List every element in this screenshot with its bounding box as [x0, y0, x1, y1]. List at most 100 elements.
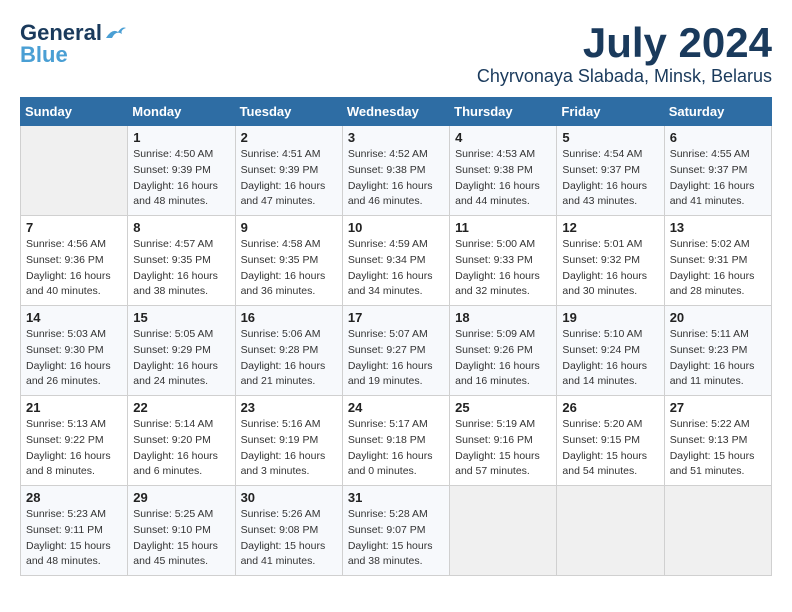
calendar-cell: 17Sunrise: 5:07 AM Sunset: 9:27 PM Dayli… [342, 306, 449, 396]
day-info: Sunrise: 4:50 AM Sunset: 9:39 PM Dayligh… [133, 147, 229, 210]
calendar-cell: 26 Sunrise: 5:20 AM Sunset: 9:15 PM Dayli… [557, 396, 664, 486]
calendar-body: 1Sunrise: 4:50 AM Sunset: 9:39 PM Daylig… [21, 126, 772, 576]
calendar-cell: 21 Sunrise: 5:13 AM Sunset: 9:22 PM Dayli… [21, 396, 128, 486]
day-number: 7 [26, 220, 122, 235]
calendar-week-5: 28 Sunrise: 5:23 AM Sunset: 9:11 PM Dayli… [21, 486, 772, 576]
calendar-header-row: SundayMondayTuesdayWednesdayThursdayFrid… [21, 98, 772, 126]
day-number: 13 [670, 220, 766, 235]
day-info: Sunrise: 4:58 AM Sunset: 9:35 PM Dayligh… [241, 237, 337, 300]
day-info: Sunrise: 5:05 AM Sunset: 9:29 PM Dayligh… [133, 327, 229, 390]
day-info: Sunrise: 5:16 AM Sunset: 9:19 PM Dayligh… [241, 417, 337, 480]
day-info: Sunrise: 5:22 AM Sunset: 9:13 PM Dayligh… [670, 417, 766, 480]
day-info: Sunrise: 5:13 AM Sunset: 9:22 PM Dayligh… [26, 417, 122, 480]
day-info: Sunrise: 5:09 AM Sunset: 9:26 PM Dayligh… [455, 327, 551, 390]
calendar-cell [21, 126, 128, 216]
day-info: Sunrise: 4:52 AM Sunset: 9:38 PM Dayligh… [348, 147, 444, 210]
day-info: Sunrise: 5:11 AM Sunset: 9:23 PM Dayligh… [670, 327, 766, 390]
calendar-cell [557, 486, 664, 576]
calendar-header-wednesday: Wednesday [342, 98, 449, 126]
calendar-cell: 31Sunrise: 5:28 AM Sunset: 9:07 PM Dayli… [342, 486, 449, 576]
calendar-cell: 19 Sunrise: 5:10 AM Sunset: 9:24 PM Dayli… [557, 306, 664, 396]
day-number: 14 [26, 310, 122, 325]
day-number: 16 [241, 310, 337, 325]
day-number: 29 [133, 490, 229, 505]
header: General Blue July 2024 Chyrvonaya Slabad… [20, 20, 772, 87]
calendar-cell: 14Sunrise: 5:03 AM Sunset: 9:30 PM Dayli… [21, 306, 128, 396]
day-number: 30 [241, 490, 337, 505]
day-info: Sunrise: 5:23 AM Sunset: 9:11 PM Dayligh… [26, 507, 122, 570]
day-number: 25 [455, 400, 551, 415]
calendar-cell: 20 Sunrise: 5:11 AM Sunset: 9:23 PM Dayli… [664, 306, 771, 396]
calendar-cell: 4Sunrise: 4:53 AM Sunset: 9:38 PM Daylig… [450, 126, 557, 216]
calendar-week-1: 1Sunrise: 4:50 AM Sunset: 9:39 PM Daylig… [21, 126, 772, 216]
day-info: Sunrise: 4:56 AM Sunset: 9:36 PM Dayligh… [26, 237, 122, 300]
calendar-cell: 11 Sunrise: 5:00 AM Sunset: 9:33 PM Dayli… [450, 216, 557, 306]
day-number: 27 [670, 400, 766, 415]
calendar-cell: 16Sunrise: 5:06 AM Sunset: 9:28 PM Dayli… [235, 306, 342, 396]
calendar-cell: 28 Sunrise: 5:23 AM Sunset: 9:11 PM Dayli… [21, 486, 128, 576]
calendar-cell: 8 Sunrise: 4:57 AM Sunset: 9:35 PM Daylig… [128, 216, 235, 306]
logo-blue: Blue [20, 42, 68, 68]
day-number: 21 [26, 400, 122, 415]
calendar-header-monday: Monday [128, 98, 235, 126]
day-info: Sunrise: 5:17 AM Sunset: 9:18 PM Dayligh… [348, 417, 444, 480]
day-info: Sunrise: 4:51 AM Sunset: 9:39 PM Dayligh… [241, 147, 337, 210]
day-info: Sunrise: 4:55 AM Sunset: 9:37 PM Dayligh… [670, 147, 766, 210]
calendar-header-thursday: Thursday [450, 98, 557, 126]
day-number: 11 [455, 220, 551, 235]
day-info: Sunrise: 5:26 AM Sunset: 9:08 PM Dayligh… [241, 507, 337, 570]
day-number: 18 [455, 310, 551, 325]
day-info: Sunrise: 5:01 AM Sunset: 9:32 PM Dayligh… [562, 237, 658, 300]
day-number: 2 [241, 130, 337, 145]
day-number: 3 [348, 130, 444, 145]
day-number: 12 [562, 220, 658, 235]
logo-bird-icon [104, 24, 126, 42]
calendar-cell [450, 486, 557, 576]
location-title: Chyrvonaya Slabada, Minsk, Belarus [477, 66, 772, 87]
calendar-week-2: 7 Sunrise: 4:56 AM Sunset: 9:36 PM Daylig… [21, 216, 772, 306]
day-info: Sunrise: 4:54 AM Sunset: 9:37 PM Dayligh… [562, 147, 658, 210]
day-number: 19 [562, 310, 658, 325]
day-info: Sunrise: 5:20 AM Sunset: 9:15 PM Dayligh… [562, 417, 658, 480]
calendar-cell: 15Sunrise: 5:05 AM Sunset: 9:29 PM Dayli… [128, 306, 235, 396]
calendar: SundayMondayTuesdayWednesdayThursdayFrid… [20, 97, 772, 576]
title-area: July 2024 Chyrvonaya Slabada, Minsk, Bel… [477, 20, 772, 87]
calendar-week-3: 14Sunrise: 5:03 AM Sunset: 9:30 PM Dayli… [21, 306, 772, 396]
day-number: 28 [26, 490, 122, 505]
day-number: 24 [348, 400, 444, 415]
day-info: Sunrise: 5:07 AM Sunset: 9:27 PM Dayligh… [348, 327, 444, 390]
calendar-cell: 10Sunrise: 4:59 AM Sunset: 9:34 PM Dayli… [342, 216, 449, 306]
calendar-cell: 25 Sunrise: 5:19 AM Sunset: 9:16 PM Dayli… [450, 396, 557, 486]
day-number: 22 [133, 400, 229, 415]
month-title: July 2024 [477, 20, 772, 66]
day-info: Sunrise: 5:25 AM Sunset: 9:10 PM Dayligh… [133, 507, 229, 570]
calendar-cell: 7 Sunrise: 4:56 AM Sunset: 9:36 PM Daylig… [21, 216, 128, 306]
calendar-header-tuesday: Tuesday [235, 98, 342, 126]
calendar-cell: 1Sunrise: 4:50 AM Sunset: 9:39 PM Daylig… [128, 126, 235, 216]
calendar-cell: 22Sunrise: 5:14 AM Sunset: 9:20 PM Dayli… [128, 396, 235, 486]
day-info: Sunrise: 5:19 AM Sunset: 9:16 PM Dayligh… [455, 417, 551, 480]
calendar-cell: 18 Sunrise: 5:09 AM Sunset: 9:26 PM Dayli… [450, 306, 557, 396]
day-number: 31 [348, 490, 444, 505]
day-number: 26 [562, 400, 658, 415]
calendar-cell: 23 Sunrise: 5:16 AM Sunset: 9:19 PM Dayli… [235, 396, 342, 486]
day-number: 5 [562, 130, 658, 145]
day-info: Sunrise: 5:02 AM Sunset: 9:31 PM Dayligh… [670, 237, 766, 300]
day-number: 8 [133, 220, 229, 235]
calendar-cell: 29 Sunrise: 5:25 AM Sunset: 9:10 PM Dayli… [128, 486, 235, 576]
day-info: Sunrise: 5:00 AM Sunset: 9:33 PM Dayligh… [455, 237, 551, 300]
calendar-cell: 27 Sunrise: 5:22 AM Sunset: 9:13 PM Dayli… [664, 396, 771, 486]
calendar-header-sunday: Sunday [21, 98, 128, 126]
day-info: Sunrise: 5:10 AM Sunset: 9:24 PM Dayligh… [562, 327, 658, 390]
day-number: 9 [241, 220, 337, 235]
calendar-cell: 6Sunrise: 4:55 AM Sunset: 9:37 PM Daylig… [664, 126, 771, 216]
calendar-cell: 24 Sunrise: 5:17 AM Sunset: 9:18 PM Dayli… [342, 396, 449, 486]
day-number: 20 [670, 310, 766, 325]
calendar-cell: 2 Sunrise: 4:51 AM Sunset: 9:39 PM Daylig… [235, 126, 342, 216]
day-number: 4 [455, 130, 551, 145]
day-info: Sunrise: 4:57 AM Sunset: 9:35 PM Dayligh… [133, 237, 229, 300]
calendar-cell: 3 Sunrise: 4:52 AM Sunset: 9:38 PM Daylig… [342, 126, 449, 216]
calendar-cell: 12 Sunrise: 5:01 AM Sunset: 9:32 PM Dayli… [557, 216, 664, 306]
day-number: 10 [348, 220, 444, 235]
day-number: 23 [241, 400, 337, 415]
